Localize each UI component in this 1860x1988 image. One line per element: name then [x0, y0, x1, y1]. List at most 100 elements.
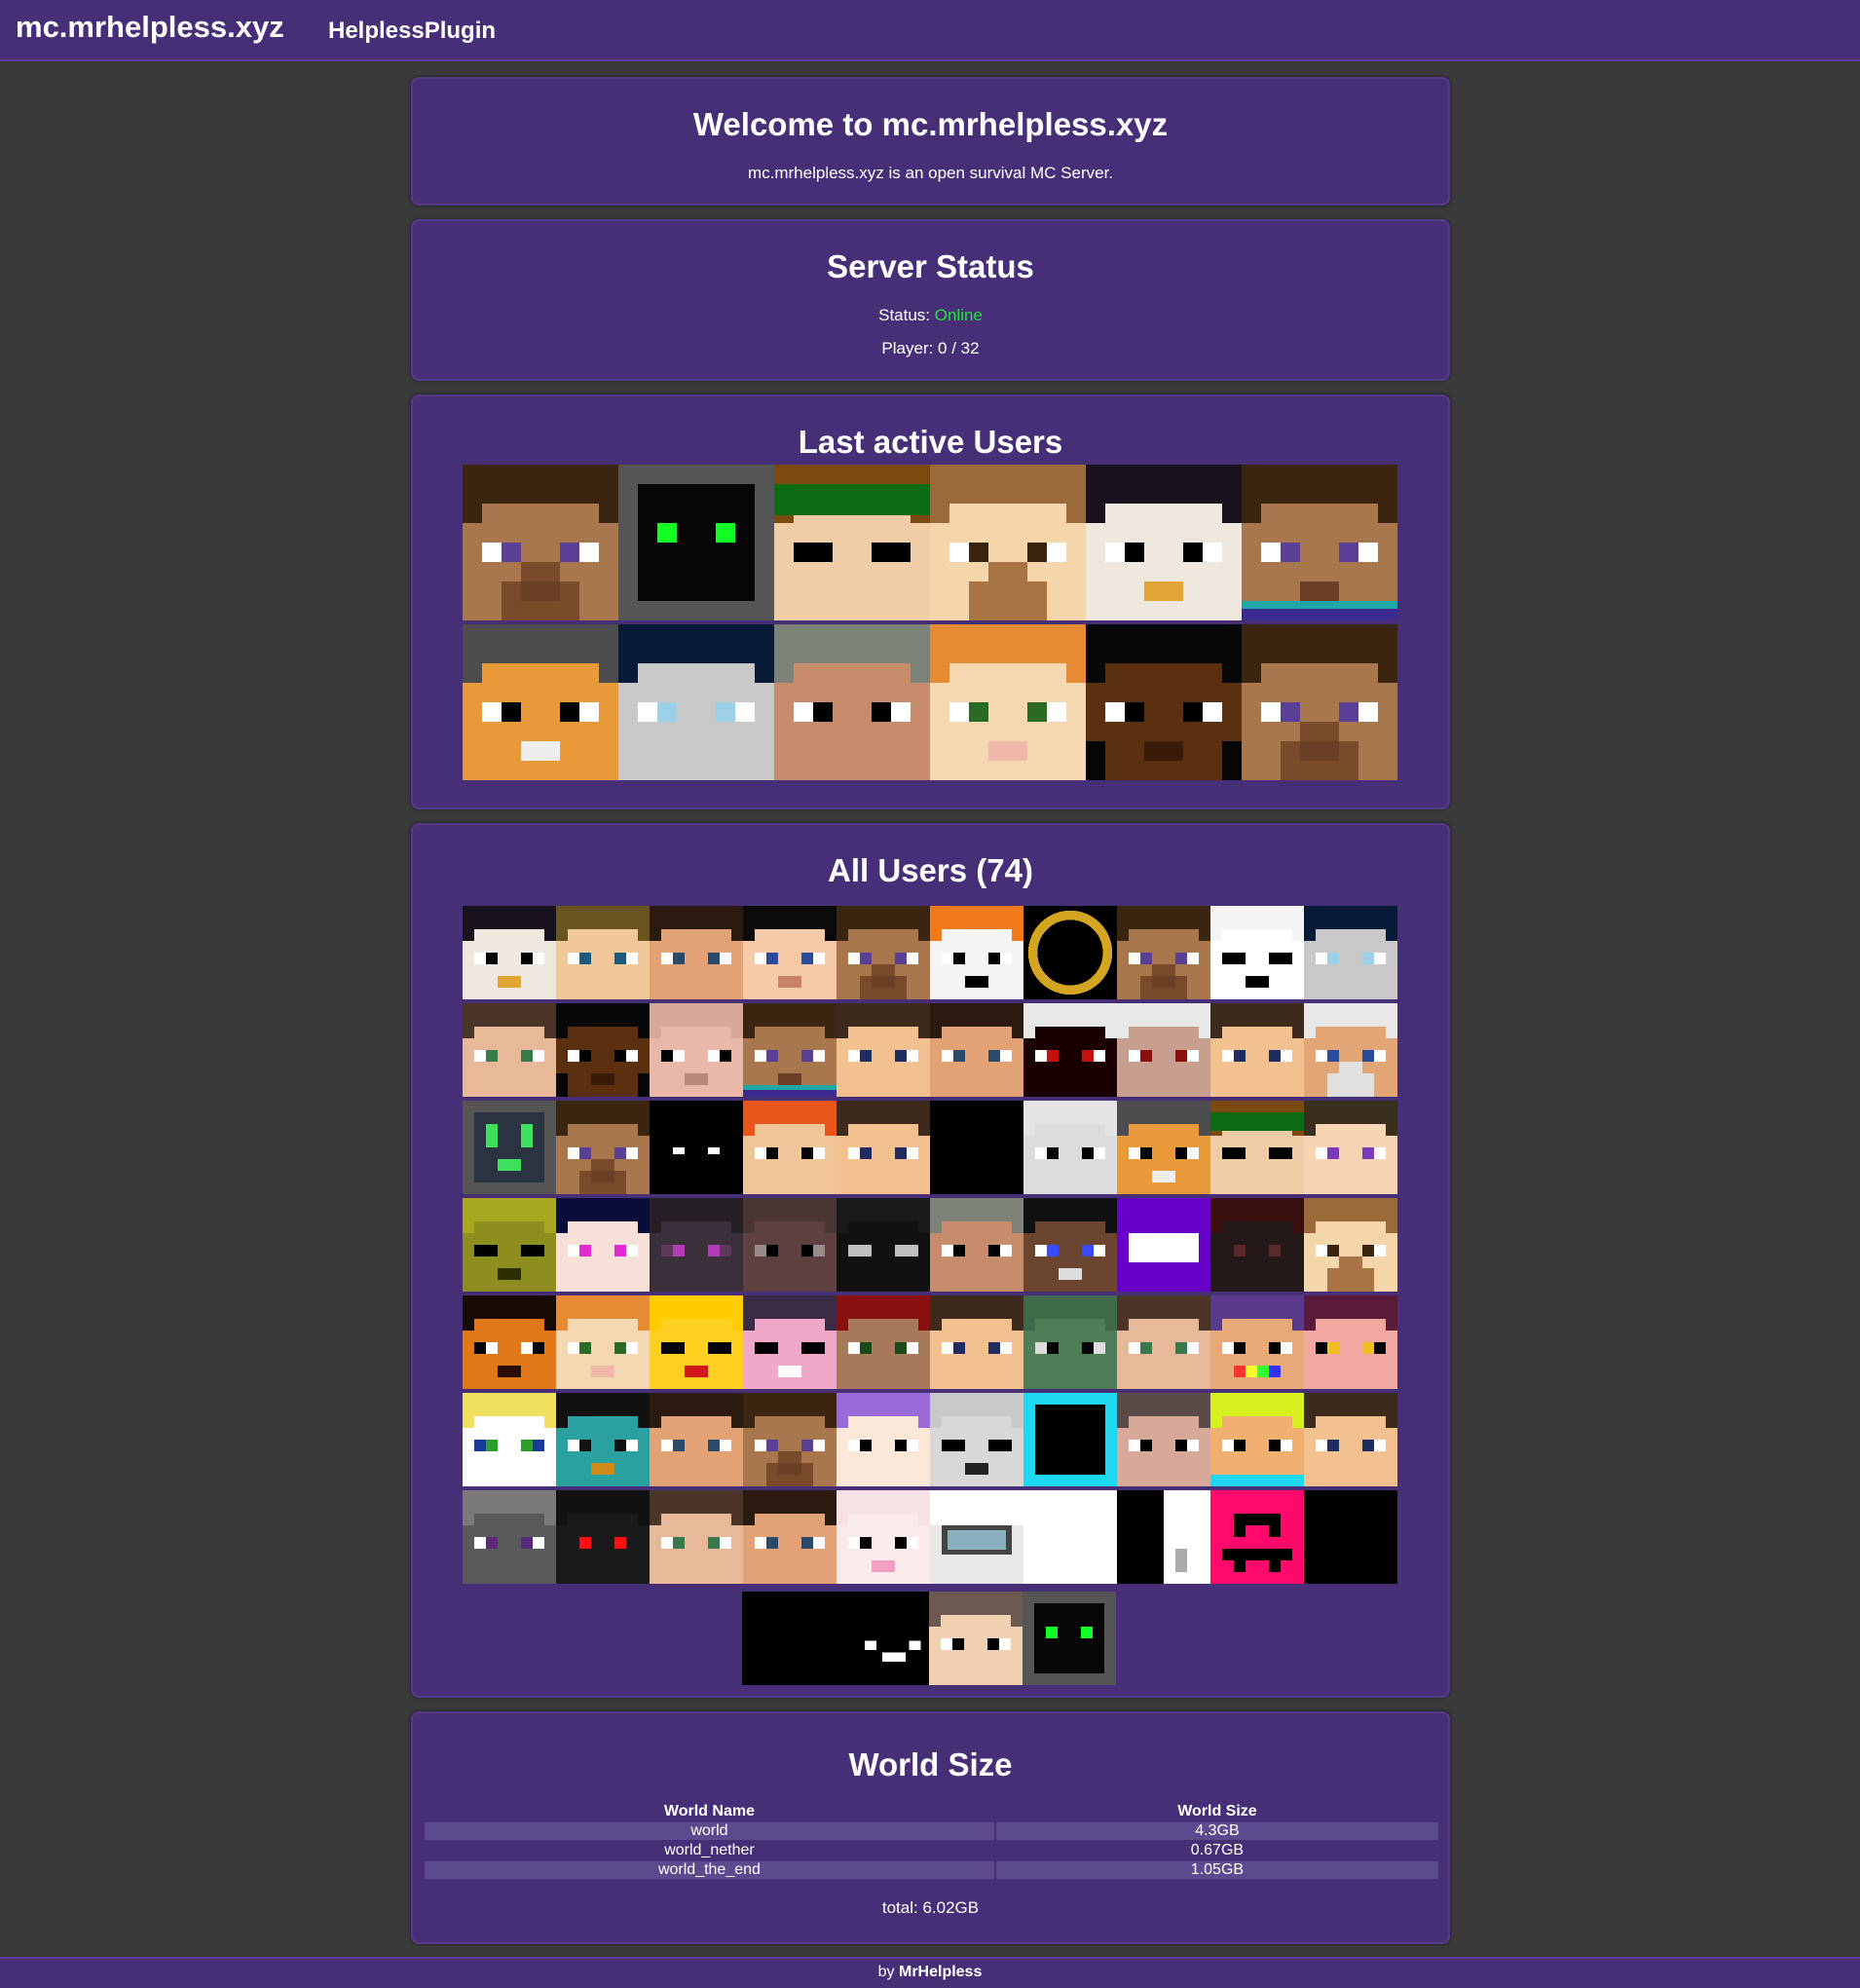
- user-avatar[interactable]: [1023, 1393, 1117, 1486]
- nav-link-helplessplugin[interactable]: HelplessPlugin: [328, 18, 496, 45]
- user-avatar[interactable]: [1304, 1295, 1397, 1389]
- user-avatar[interactable]: [1210, 1198, 1304, 1292]
- avatar-image: [650, 1393, 743, 1486]
- user-avatar[interactable]: [1304, 906, 1397, 999]
- user-avatar[interactable]: [463, 1393, 556, 1486]
- user-avatar[interactable]: [837, 1101, 930, 1194]
- user-avatar[interactable]: [1117, 1393, 1210, 1486]
- user-avatar[interactable]: [743, 1101, 837, 1194]
- footer-author: MrHelpless: [898, 1964, 983, 1980]
- user-avatar[interactable]: [1117, 1490, 1210, 1584]
- user-avatar[interactable]: [463, 1003, 556, 1097]
- user-avatar[interactable]: [837, 1295, 930, 1389]
- user-avatar[interactable]: [556, 1393, 650, 1486]
- user-avatar[interactable]: [463, 1295, 556, 1389]
- user-avatar[interactable]: [1117, 1295, 1210, 1389]
- server-status-card: Server Status Status: Online Player: 0 /…: [411, 219, 1450, 381]
- avatar-image: [743, 1003, 837, 1097]
- user-avatar[interactable]: [1023, 1295, 1117, 1389]
- user-avatar[interactable]: [743, 1295, 837, 1389]
- last-active-user-avatar[interactable]: [930, 624, 1086, 780]
- user-avatar[interactable]: [1210, 1295, 1304, 1389]
- user-avatar[interactable]: [1304, 1490, 1397, 1584]
- user-avatar[interactable]: [930, 1003, 1023, 1097]
- last-active-user-avatar[interactable]: [463, 465, 618, 620]
- user-avatar[interactable]: [1304, 1003, 1397, 1097]
- user-avatar[interactable]: [650, 1003, 743, 1097]
- user-avatar[interactable]: [837, 1003, 930, 1097]
- user-avatar[interactable]: [743, 906, 837, 999]
- avatar-image: [930, 1393, 1023, 1486]
- user-avatar[interactable]: [556, 1295, 650, 1389]
- last-active-user-avatar[interactable]: [1242, 624, 1397, 780]
- user-avatar[interactable]: [556, 1101, 650, 1194]
- last-active-user-avatar[interactable]: [463, 624, 618, 780]
- user-avatar[interactable]: [743, 1490, 837, 1584]
- world-size-cell: 1.05GB: [995, 1861, 1438, 1879]
- user-avatar[interactable]: [929, 1592, 1023, 1685]
- user-avatar[interactable]: [1210, 1490, 1304, 1584]
- user-avatar[interactable]: [1023, 1003, 1117, 1097]
- user-avatar[interactable]: [556, 906, 650, 999]
- user-avatar[interactable]: [556, 1003, 650, 1097]
- user-avatar[interactable]: [1210, 1003, 1304, 1097]
- user-avatar[interactable]: [650, 1490, 743, 1584]
- user-avatar[interactable]: [650, 1198, 743, 1292]
- brand-link[interactable]: mc.mrhelpless.xyz: [16, 10, 284, 45]
- last-active-user-avatar[interactable]: [1086, 465, 1242, 620]
- user-avatar[interactable]: [1117, 1101, 1210, 1194]
- user-avatar[interactable]: [1023, 1490, 1117, 1584]
- user-avatar[interactable]: [930, 1198, 1023, 1292]
- user-avatar[interactable]: [650, 1393, 743, 1486]
- user-avatar[interactable]: [463, 1101, 556, 1194]
- user-avatar[interactable]: [930, 1393, 1023, 1486]
- user-avatar[interactable]: [1210, 1101, 1304, 1194]
- user-avatar[interactable]: [743, 1003, 837, 1097]
- last-active-user-avatar[interactable]: [1086, 624, 1242, 780]
- avatar-image: [650, 1003, 743, 1097]
- user-avatar[interactable]: [743, 1393, 837, 1486]
- last-active-user-avatar[interactable]: [774, 465, 930, 620]
- user-avatar[interactable]: [556, 1490, 650, 1584]
- user-avatar[interactable]: [1210, 906, 1304, 999]
- last-active-user-avatar[interactable]: [1242, 465, 1397, 620]
- user-avatar[interactable]: [1304, 1101, 1397, 1194]
- user-avatar[interactable]: [930, 906, 1023, 999]
- user-avatar[interactable]: [463, 906, 556, 999]
- user-avatar[interactable]: [1023, 906, 1117, 999]
- user-avatar[interactable]: [1117, 906, 1210, 999]
- user-avatar[interactable]: [837, 1198, 930, 1292]
- avatar-image: [463, 1003, 556, 1097]
- last-active-user-avatar[interactable]: [618, 624, 774, 780]
- user-avatar[interactable]: [1304, 1393, 1397, 1486]
- user-avatar[interactable]: [1023, 1592, 1116, 1685]
- user-avatar[interactable]: [650, 906, 743, 999]
- last-active-user-avatar[interactable]: [618, 465, 774, 620]
- user-avatar[interactable]: [837, 1490, 930, 1584]
- user-avatar[interactable]: [930, 1295, 1023, 1389]
- user-avatar[interactable]: [650, 1101, 743, 1194]
- avatar-image: [1117, 1101, 1210, 1194]
- user-avatar[interactable]: [1117, 1003, 1210, 1097]
- avatar-image: [837, 1101, 930, 1194]
- user-avatar[interactable]: [1023, 1101, 1117, 1194]
- user-avatar[interactable]: [837, 1393, 930, 1486]
- user-avatar[interactable]: [837, 906, 930, 999]
- user-avatar[interactable]: [743, 1198, 837, 1292]
- user-avatar[interactable]: [1304, 1198, 1397, 1292]
- last-active-user-avatar[interactable]: [774, 624, 930, 780]
- user-avatar[interactable]: [1117, 1198, 1210, 1292]
- avatar-image: [774, 624, 930, 780]
- user-avatar[interactable]: [463, 1490, 556, 1584]
- status-value: Online: [934, 306, 983, 324]
- user-avatar[interactable]: [556, 1198, 650, 1292]
- user-avatar[interactable]: [930, 1101, 1023, 1194]
- last-active-user-avatar[interactable]: [930, 465, 1086, 620]
- avatar-image: [1210, 906, 1304, 999]
- user-avatar[interactable]: [650, 1295, 743, 1389]
- user-avatar[interactable]: [1210, 1393, 1304, 1486]
- user-avatar[interactable]: [930, 1490, 1023, 1584]
- user-avatar[interactable]: [742, 1592, 929, 1685]
- user-avatar[interactable]: [1023, 1198, 1117, 1292]
- user-avatar[interactable]: [463, 1198, 556, 1292]
